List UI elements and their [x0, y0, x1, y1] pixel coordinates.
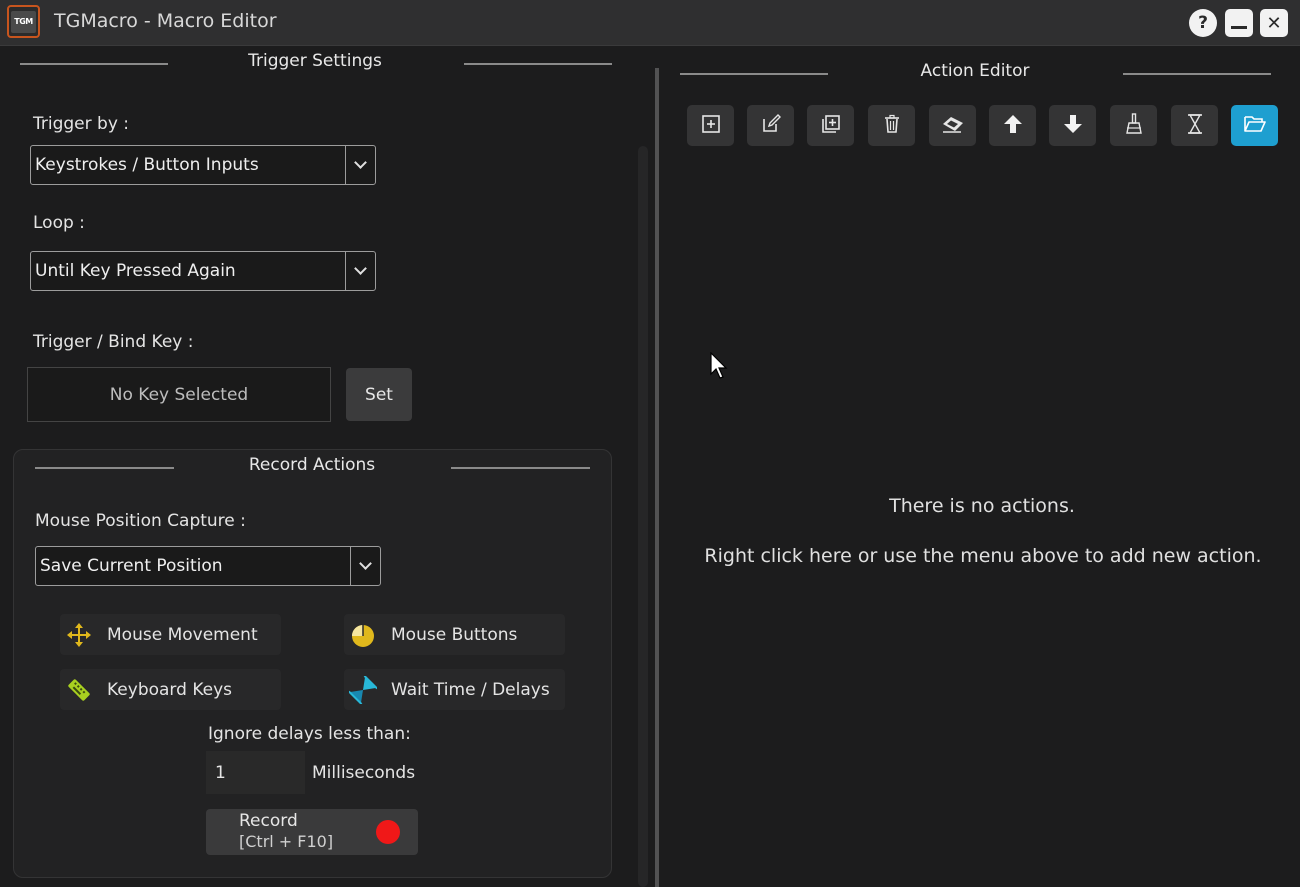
empty-state-title: There is no actions.: [889, 495, 1075, 517]
mouse-icon: [349, 621, 377, 649]
keyboard-keys-toggle[interactable]: Keyboard Keys: [60, 669, 281, 710]
bind-key-field[interactable]: No Key Selected: [27, 367, 331, 422]
clear-icon: [1124, 112, 1144, 139]
move-down-button[interactable]: [1049, 105, 1096, 146]
mouse-movement-toggle[interactable]: Mouse Movement: [60, 614, 281, 655]
help-button[interactable]: ?: [1189, 9, 1217, 37]
loop-label: Loop :: [33, 213, 85, 233]
window-title: TGMacro - Macro Editor: [54, 10, 277, 32]
mouse-cursor-icon: [710, 351, 728, 384]
mouse-capture-value: Save Current Position: [40, 556, 223, 576]
ignore-delays-label: Ignore delays less than:: [208, 724, 411, 744]
pane-splitter[interactable]: [655, 68, 659, 887]
open-folder-button[interactable]: [1231, 105, 1278, 146]
open-folder-icon: [1243, 114, 1267, 138]
edit-icon: [761, 113, 781, 138]
record-shortcut: [Ctrl + F10]: [239, 832, 334, 851]
set-key-button[interactable]: Set: [346, 368, 412, 421]
loop-value: Until Key Pressed Again: [35, 261, 236, 281]
record-dot-icon: [376, 820, 400, 844]
duplicate-icon: [821, 114, 841, 138]
trigger-settings-title: Trigger Settings: [248, 51, 382, 71]
record-actions-header: Record Actions: [35, 455, 591, 479]
wait-time-toggle[interactable]: Wait Time / Delays: [344, 669, 565, 710]
move-down-icon: [1063, 114, 1083, 138]
ignore-delays-input[interactable]: 1: [206, 751, 305, 794]
trigger-by-value: Keystrokes / Button Inputs: [35, 155, 259, 175]
wait-action-button[interactable]: [1171, 105, 1218, 146]
move-arrows-icon: [65, 621, 93, 649]
record-label: Record: [239, 811, 298, 831]
action-editor-header: Action Editor: [680, 61, 1272, 85]
mouse-capture-label: Mouse Position Capture :: [35, 511, 246, 531]
eraser-icon: [941, 114, 965, 138]
mouse-buttons-toggle[interactable]: Mouse Buttons: [344, 614, 565, 655]
hourglass-icon: [349, 675, 377, 704]
delete-action-button[interactable]: [868, 105, 915, 146]
close-button[interactable]: ✕: [1260, 9, 1288, 37]
move-up-button[interactable]: [989, 105, 1036, 146]
wait-time-label: Wait Time / Delays: [391, 679, 550, 700]
bind-key-label: Trigger / Bind Key :: [33, 332, 194, 352]
chevron-down-icon[interactable]: [350, 547, 380, 585]
record-button[interactable]: Record [Ctrl + F10]: [206, 809, 418, 855]
trigger-settings-header: Trigger Settings: [20, 51, 612, 75]
wait-icon: [1185, 113, 1205, 139]
record-actions-title: Record Actions: [248, 455, 376, 475]
trigger-by-label: Trigger by :: [33, 114, 130, 134]
minimize-button[interactable]: [1225, 9, 1253, 37]
chevron-down-icon[interactable]: [345, 146, 375, 184]
app-logo: TGM: [7, 5, 40, 38]
milliseconds-label: Milliseconds: [312, 763, 416, 783]
loop-select[interactable]: Until Key Pressed Again: [30, 251, 376, 291]
duplicate-action-button[interactable]: [807, 105, 854, 146]
clear-actions-button[interactable]: [1110, 105, 1157, 146]
mouse-movement-label: Mouse Movement: [107, 624, 258, 645]
action-editor-title: Action Editor: [920, 61, 1030, 81]
mouse-buttons-label: Mouse Buttons: [391, 624, 518, 645]
edit-action-button[interactable]: [747, 105, 794, 146]
title-bar: TGM TGMacro - Macro Editor ? ✕: [0, 0, 1300, 46]
keyboard-keys-label: Keyboard Keys: [107, 679, 232, 700]
app-logo-text: TGM: [11, 10, 36, 33]
left-scrollbar[interactable]: [638, 146, 648, 887]
move-up-icon: [1003, 114, 1023, 138]
eraser-action-button[interactable]: [929, 105, 976, 146]
chevron-down-icon[interactable]: [345, 252, 375, 290]
add-icon: [701, 114, 721, 138]
mouse-capture-select[interactable]: Save Current Position: [35, 546, 381, 586]
trigger-by-select[interactable]: Keystrokes / Button Inputs: [30, 145, 376, 185]
empty-state-hint: Right click here or use the menu above t…: [704, 545, 1262, 567]
add-action-button[interactable]: [687, 105, 734, 146]
delete-icon: [882, 114, 902, 138]
keyboard-icon: [65, 676, 93, 704]
